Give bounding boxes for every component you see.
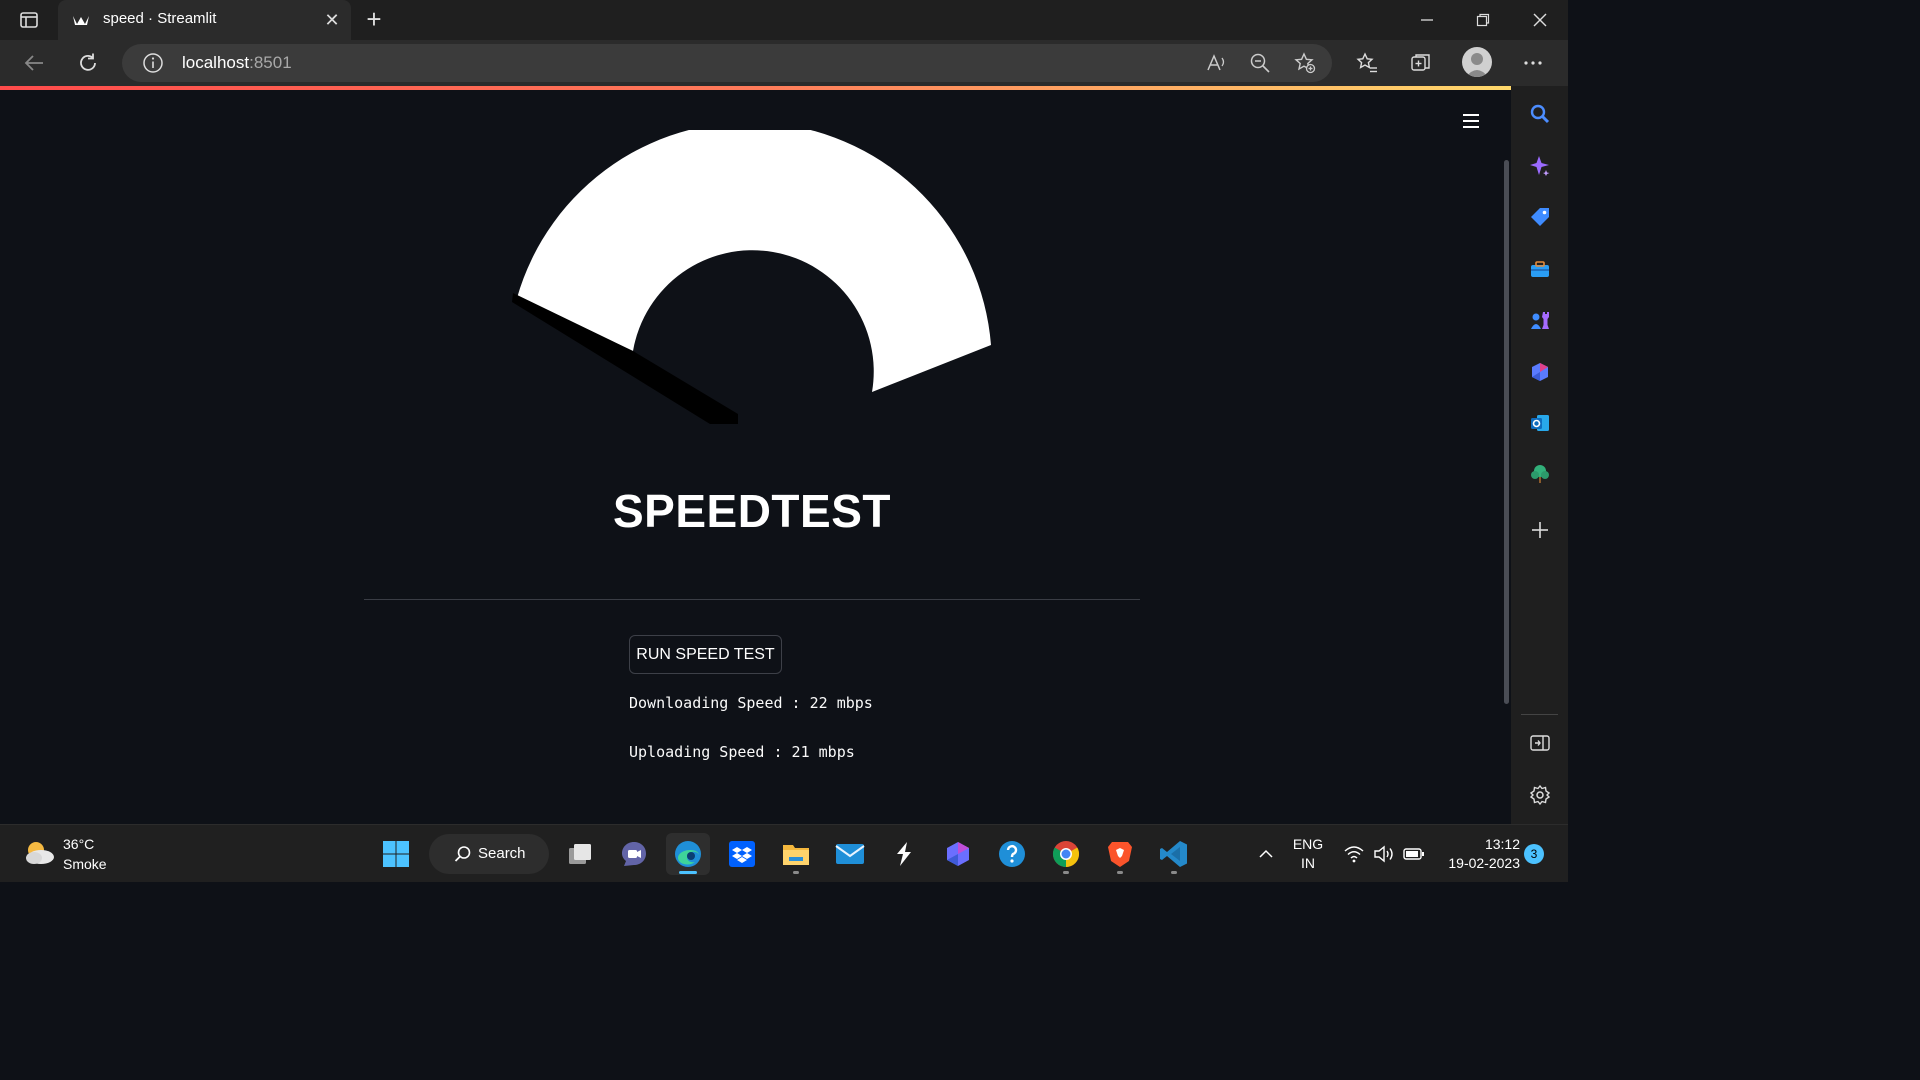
menu-icon[interactable] [1460,110,1482,132]
streamlit-favicon-icon [72,11,90,29]
discover-icon[interactable] [1527,153,1553,179]
running-indicator [1063,871,1069,874]
running-indicator [1117,871,1123,874]
streamlit-app-view: SPEEDTEST RUN SPEED TEST Downloading Spe… [0,90,1511,824]
browser-toolbar: localhost:8501 [0,40,1568,86]
address-bar[interactable]: localhost:8501 [122,44,1332,82]
profile-avatar[interactable] [1462,47,1492,77]
more-options-icon[interactable] [1520,50,1546,76]
favorites-icon[interactable] [1354,50,1380,76]
tab-title: speed · Streamlit [103,10,217,27]
search-icon [454,846,471,862]
url-port: :8501 [249,53,292,72]
mail-icon[interactable] [828,833,872,875]
help-icon[interactable] [990,833,1034,875]
teams-chat-icon[interactable] [612,833,656,875]
sidebar-divider [1521,714,1558,715]
tab-actions-icon[interactable] [14,8,44,32]
battery-icon[interactable] [1400,833,1428,875]
zoom-out-icon[interactable] [1249,52,1271,74]
new-tab-icon[interactable]: + [362,6,386,32]
active-indicator [679,871,697,874]
sublime-app-icon[interactable] [882,833,926,875]
upload-speed-text: Uploading Speed : 21 mbps [629,743,855,761]
page-title: SPEEDTEST [612,485,891,537]
show-hidden-icons-chevron-icon[interactable] [1248,833,1284,875]
wifi-icon[interactable] [1340,833,1368,875]
restore-icon[interactable] [1471,8,1495,32]
minimize-icon[interactable] [1415,8,1439,32]
vscode-icon[interactable] [1152,833,1196,875]
clock-time[interactable]: 13:12 [1460,836,1520,852]
refresh-icon[interactable] [75,50,101,76]
microsoft-365-icon[interactable] [1527,359,1553,385]
edge-browser-icon[interactable] [666,833,710,875]
speedometer-gauge [512,130,991,424]
close-window-icon[interactable] [1528,8,1552,32]
download-speed-text: Downloading Speed : 22 mbps [629,694,873,712]
file-explorer-icon[interactable] [774,833,818,875]
start-button[interactable] [374,833,418,875]
drop-tree-icon[interactable] [1527,461,1553,487]
settings-gear-icon[interactable] [1527,782,1553,808]
notification-badge[interactable]: 3 [1524,844,1544,864]
weather-description: Smoke [63,856,107,872]
chrome-icon[interactable] [1044,833,1088,875]
brave-browser-icon[interactable] [1098,833,1142,875]
search-label: Search [478,845,526,862]
gauge-arc [517,130,991,392]
run-speed-test-button[interactable]: RUN SPEED TEST [629,635,782,674]
url-text[interactable]: localhost:8501 [182,53,292,73]
url-host: localhost [182,53,250,72]
running-indicator [1171,871,1177,874]
tools-icon[interactable] [1527,256,1553,282]
read-aloud-icon[interactable] [1206,52,1228,74]
outlook-icon[interactable] [1527,410,1553,436]
task-view-icon[interactable] [558,833,602,875]
edge-sidebar [1511,86,1568,824]
horizontal-divider [364,599,1140,600]
search-icon[interactable] [1527,101,1553,127]
browser-tab-strip: speed · Streamlit ✕ + [0,0,1568,40]
dropbox-icon[interactable] [720,833,764,875]
volume-icon[interactable] [1370,833,1398,875]
tab-close-icon[interactable]: ✕ [321,9,343,31]
weather-temperature: 36°C [63,836,95,852]
add-sidebar-app-icon[interactable] [1527,517,1553,543]
back-icon[interactable] [21,50,47,76]
taskbar-search-button[interactable]: Search [429,834,549,874]
weather-smoke-icon[interactable] [22,839,56,867]
add-favorite-icon[interactable] [1294,52,1316,74]
hide-sidebar-icon[interactable] [1527,730,1553,756]
shopping-icon[interactable] [1527,204,1553,230]
active-tab[interactable]: speed · Streamlit ✕ [58,0,351,40]
microsoft-365-taskbar-icon[interactable] [936,833,980,875]
windows-taskbar: 36°C Smoke Search ENG IN 13:12 19-02-202… [0,824,1568,882]
language-region[interactable]: IN [1290,855,1326,871]
language-code[interactable]: ENG [1290,836,1326,852]
page-scrollbar[interactable] [1504,160,1509,704]
site-info-icon[interactable] [142,52,164,74]
running-indicator [793,871,799,874]
games-icon[interactable] [1527,307,1553,333]
collections-icon[interactable] [1408,50,1434,76]
clock-date[interactable]: 19-02-2023 [1436,855,1520,871]
